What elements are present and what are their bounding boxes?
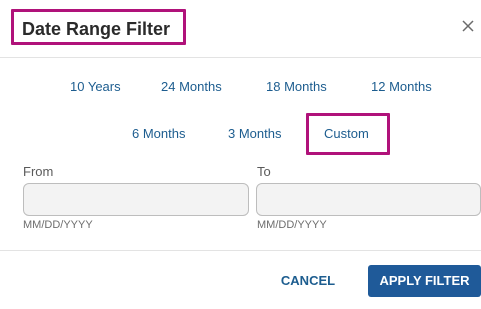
from-format-hint: MM/DD/YYYY <box>23 219 93 231</box>
range-24-months[interactable]: 24 Months <box>161 79 222 95</box>
close-icon-glyph <box>462 20 474 32</box>
to-label: To <box>257 164 271 179</box>
close-icon[interactable] <box>458 16 478 36</box>
from-label: From <box>23 164 54 179</box>
from-date-input[interactable] <box>23 183 249 216</box>
cancel-button[interactable]: CANCEL <box>268 265 348 297</box>
date-range-filter-dialog: Date Range Filter 10 Years 24 Months 18 … <box>0 0 481 309</box>
to-date-input[interactable] <box>256 183 481 216</box>
to-format-hint: MM/DD/YYYY <box>257 219 327 231</box>
range-18-months[interactable]: 18 Months <box>266 79 327 95</box>
range-3-months[interactable]: 3 Months <box>228 126 281 142</box>
range-12-months[interactable]: 12 Months <box>371 79 432 95</box>
range-6-months[interactable]: 6 Months <box>132 126 185 142</box>
range-10-years[interactable]: 10 Years <box>70 79 121 95</box>
range-custom[interactable]: Custom <box>324 126 369 142</box>
apply-filter-button[interactable]: APPLY FILTER <box>368 265 481 297</box>
dialog-title: Date Range Filter <box>22 19 171 39</box>
